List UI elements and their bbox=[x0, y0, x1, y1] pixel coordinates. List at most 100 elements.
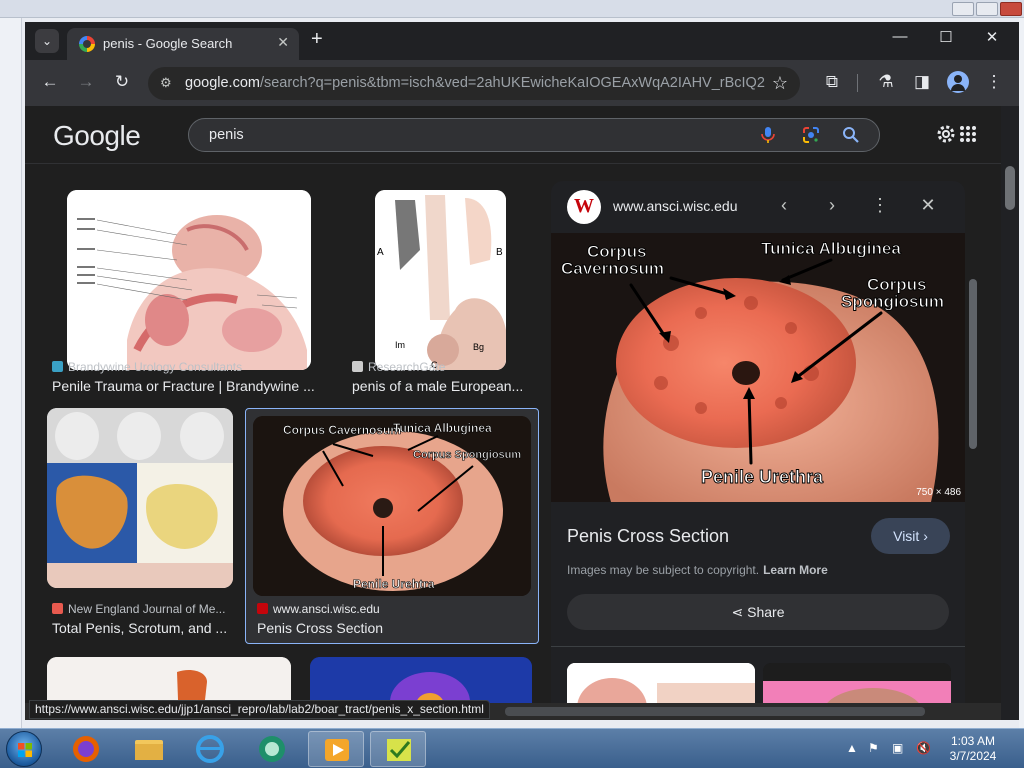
search-query[interactable]: penis bbox=[209, 127, 244, 143]
taskbar-app-4[interactable] bbox=[244, 731, 300, 767]
result-source-1[interactable]: Brandywine Urology Consultants bbox=[52, 360, 242, 374]
clinical-photo-image bbox=[47, 408, 233, 588]
result-source-3[interactable]: New England Journal of Me... bbox=[52, 602, 225, 616]
page-content: Google penis Brandywine Urology Consulta… bbox=[25, 106, 1001, 720]
reload-icon[interactable]: ↻ bbox=[111, 72, 133, 92]
tab-strip: ⌄ penis - Google Search ✕ + — ☐ ✕ bbox=[25, 22, 1019, 60]
google-header: Google penis bbox=[25, 106, 1001, 164]
messaging-app-icon bbox=[259, 736, 285, 762]
volume-muted-icon[interactable]: 🔇 bbox=[916, 741, 931, 755]
researchgate-figure-image: A B C Im Bg bbox=[375, 190, 506, 370]
forward-icon[interactable]: → bbox=[75, 72, 97, 92]
site-info-icon[interactable]: ⚙ bbox=[160, 75, 172, 91]
page-vertical-scrollbar[interactable] bbox=[1001, 106, 1019, 720]
search-icon[interactable] bbox=[841, 125, 861, 145]
preview-domain[interactable]: www.ansci.wisc.edu bbox=[613, 198, 738, 214]
url-text[interactable]: google.com/search?q=penis&tbm=isch&ved=2… bbox=[185, 75, 765, 91]
close-tab-icon[interactable]: ✕ bbox=[277, 34, 289, 51]
address-bar[interactable]: ⚙ google.com/search?q=penis&tbm=isch&ved… bbox=[148, 67, 800, 100]
microphone-icon[interactable] bbox=[758, 125, 778, 145]
chrome-window: ⌄ penis - Google Search ✕ + — ☐ ✕ ← → ↻ … bbox=[25, 22, 1019, 720]
taskbar-media-player[interactable] bbox=[308, 731, 364, 767]
result-source-4[interactable]: www.ansci.wisc.edu bbox=[257, 602, 380, 616]
google-logo[interactable]: Google bbox=[53, 120, 141, 152]
tab-google-search[interactable]: penis - Google Search ✕ bbox=[67, 28, 299, 60]
site-favicon-icon: W bbox=[567, 190, 601, 224]
taskbar-firefox[interactable] bbox=[58, 731, 114, 767]
label-im: Im bbox=[395, 340, 405, 350]
search-box[interactable]: penis bbox=[188, 118, 880, 152]
label-urethra: Penile Urethra bbox=[701, 467, 824, 487]
result-source-2[interactable]: ResearchGate bbox=[352, 360, 445, 374]
preview-title[interactable]: Penis Cross Section bbox=[567, 526, 729, 547]
taskbar-internet-explorer[interactable] bbox=[182, 731, 238, 767]
image-preview-panel: W www.ansci.wisc.edu ‹ › ⋮ ✕ Corpus Cave… bbox=[551, 181, 965, 720]
show-hidden-icons-icon[interactable]: ▲ bbox=[846, 741, 858, 755]
result-thumbnail-4[interactable]: Corpus Cavernosum Tunica Albuginea Corpu… bbox=[253, 416, 531, 596]
learn-more-link[interactable]: Learn More bbox=[763, 563, 828, 577]
site-favicon-icon bbox=[257, 603, 268, 614]
result-title-3[interactable]: Total Penis, Scrotum, and ... bbox=[52, 620, 232, 636]
preview-panel-scrollbar[interactable] bbox=[969, 259, 977, 719]
result-title-1[interactable]: Penile Trauma or Fracture | Brandywine .… bbox=[52, 378, 332, 394]
horizontal-scroll-thumb[interactable] bbox=[505, 707, 925, 716]
background-minimize-button[interactable] bbox=[952, 2, 974, 16]
more-options-icon[interactable]: ⋮ bbox=[869, 195, 891, 216]
background-window-titlebar bbox=[0, 0, 1024, 18]
next-icon[interactable]: › bbox=[821, 195, 843, 216]
bookmark-star-icon[interactable]: ☆ bbox=[772, 73, 788, 94]
close-icon[interactable]: ✕ bbox=[917, 195, 939, 216]
share-button[interactable]: ⋖ Share bbox=[567, 594, 949, 630]
minimize-button[interactable]: — bbox=[885, 28, 915, 45]
tab-search-button[interactable]: ⌄ bbox=[35, 29, 59, 53]
preview-image[interactable]: Corpus Cavernosum Tunica Albuginea Corpu… bbox=[551, 233, 965, 502]
start-button[interactable] bbox=[6, 731, 42, 767]
profile-avatar-icon[interactable] bbox=[947, 71, 969, 93]
result-thumbnail-1[interactable] bbox=[67, 190, 311, 370]
windows-taskbar: ▲ ⚑ ▣ 🔇 1:03 AM 3/7/2024 bbox=[0, 728, 1024, 768]
labs-flask-icon[interactable]: ⚗ bbox=[875, 72, 897, 92]
extensions-icon[interactable]: ⧉ bbox=[821, 72, 843, 92]
system-clock[interactable]: 1:03 AM 3/7/2024 bbox=[940, 734, 1006, 764]
copyright-notice: Images may be subject to copyright. Learn… bbox=[567, 563, 828, 577]
thumb-label-spongiosum: Corpus Spongiosum bbox=[413, 449, 521, 461]
link-status-bar: https://www.ansci.wisc.edu/jjp1/ansci_re… bbox=[29, 700, 490, 719]
taskbar-file-explorer[interactable] bbox=[121, 731, 177, 767]
panel-letter-b: B bbox=[496, 247, 503, 258]
vertical-scroll-thumb[interactable] bbox=[1005, 166, 1015, 210]
network-icon[interactable]: ▣ bbox=[892, 741, 903, 755]
maximize-button[interactable]: ☐ bbox=[931, 28, 961, 46]
google-lens-icon[interactable] bbox=[801, 125, 821, 145]
firefox-icon bbox=[73, 736, 99, 762]
taskbar-chrome-window[interactable] bbox=[370, 731, 426, 767]
previous-icon[interactable]: ‹ bbox=[773, 195, 795, 216]
thumb-label-urethra: Penile Urehtra bbox=[353, 577, 435, 591]
background-window-edge bbox=[0, 18, 22, 728]
google-apps-icon[interactable] bbox=[959, 125, 977, 143]
penis-cross-section-image: Corpus Cavernosum Tunica Albuginea Corpu… bbox=[551, 233, 965, 502]
background-maximize-button[interactable] bbox=[976, 2, 998, 16]
label-spongiosum-line2: Spongiosum bbox=[841, 292, 944, 311]
new-tab-button[interactable]: + bbox=[311, 28, 323, 51]
result-thumbnail-3[interactable] bbox=[47, 408, 233, 588]
visit-button[interactable]: Visit › bbox=[871, 518, 950, 554]
close-window-button[interactable]: ✕ bbox=[977, 28, 1007, 46]
result-title-2[interactable]: penis of a male European... bbox=[352, 378, 532, 394]
browser-toolbar: ← → ↻ ⚙ google.com/search?q=penis&tbm=is… bbox=[25, 60, 1019, 106]
chrome-menu-icon[interactable]: ⋮ bbox=[983, 72, 1005, 92]
settings-gear-icon[interactable] bbox=[935, 123, 957, 145]
image-dimensions: 750 × 486 bbox=[916, 487, 961, 498]
media-player-icon bbox=[325, 739, 349, 761]
google-favicon-icon bbox=[79, 36, 95, 52]
side-panel-icon[interactable]: ◨ bbox=[911, 72, 933, 92]
windows-logo-icon bbox=[18, 743, 32, 757]
toolbar-separator bbox=[857, 74, 858, 92]
background-close-button[interactable] bbox=[1000, 2, 1022, 16]
preview-scroll-thumb[interactable] bbox=[969, 279, 977, 449]
action-center-flag-icon[interactable]: ⚑ bbox=[868, 741, 879, 755]
result-title-4[interactable]: Penis Cross Section bbox=[257, 620, 527, 636]
back-icon[interactable]: ← bbox=[39, 72, 61, 92]
site-favicon-icon bbox=[52, 361, 63, 372]
label-tunica: Tunica Albuginea bbox=[761, 239, 901, 258]
result-thumbnail-2[interactable]: A B C Im Bg bbox=[375, 190, 506, 370]
